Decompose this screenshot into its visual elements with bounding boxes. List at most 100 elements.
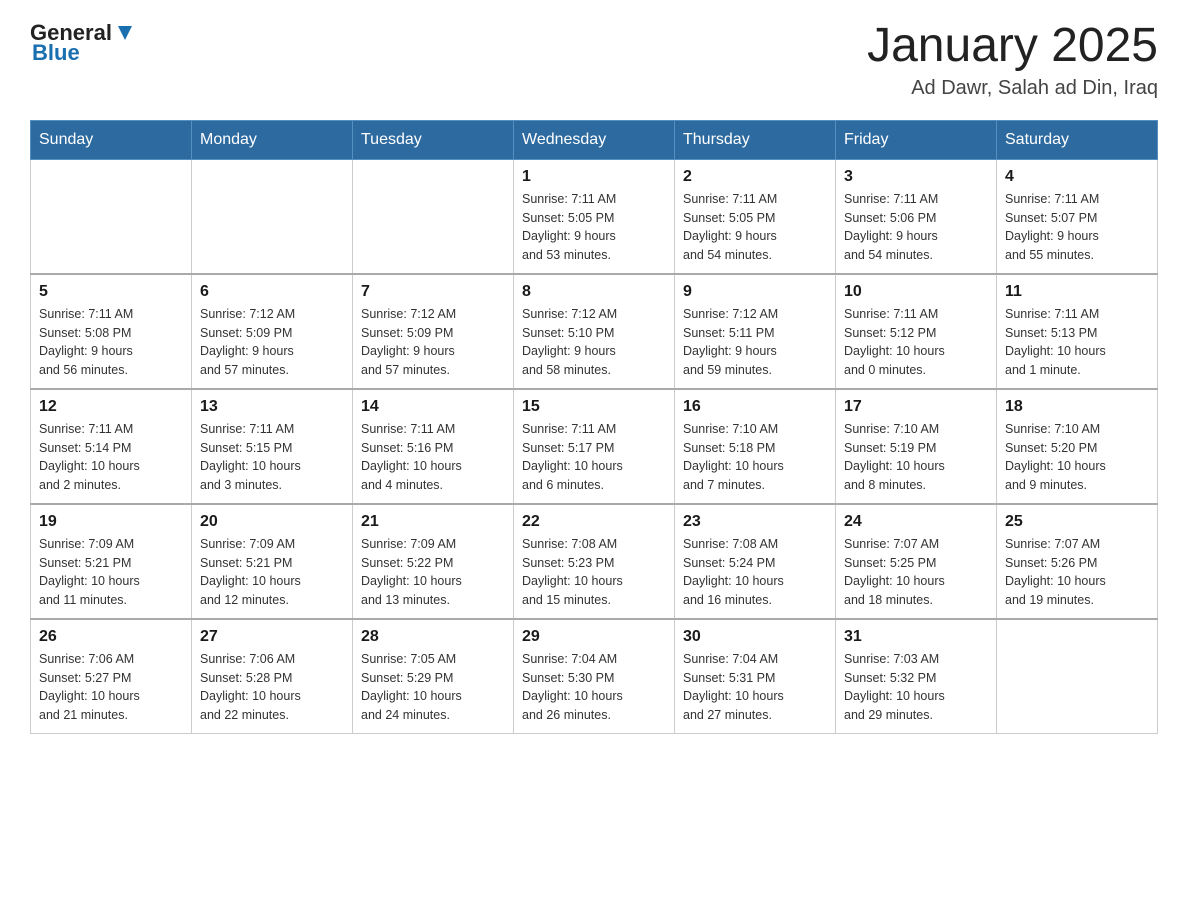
calendar-cell xyxy=(192,159,353,274)
calendar-cell: 23Sunrise: 7:08 AM Sunset: 5:24 PM Dayli… xyxy=(675,504,836,619)
day-number: 25 xyxy=(1005,513,1149,531)
calendar-cell: 14Sunrise: 7:11 AM Sunset: 5:16 PM Dayli… xyxy=(353,389,514,504)
day-number: 27 xyxy=(200,628,344,646)
day-info: Sunrise: 7:09 AM Sunset: 5:21 PM Dayligh… xyxy=(39,535,183,610)
calendar-cell xyxy=(31,159,192,274)
day-number: 24 xyxy=(844,513,988,531)
logo: General Blue xyxy=(30,20,136,66)
day-info: Sunrise: 7:10 AM Sunset: 5:20 PM Dayligh… xyxy=(1005,420,1149,495)
day-number: 9 xyxy=(683,283,827,301)
day-number: 22 xyxy=(522,513,666,531)
day-number: 13 xyxy=(200,398,344,416)
day-info: Sunrise: 7:11 AM Sunset: 5:05 PM Dayligh… xyxy=(683,190,827,265)
day-info: Sunrise: 7:03 AM Sunset: 5:32 PM Dayligh… xyxy=(844,650,988,725)
calendar-cell: 17 Sunrise: 7:10 AM Sunset: 5:19 PM Dayli… xyxy=(836,389,997,504)
day-info: Sunrise: 7:09 AM Sunset: 5:22 PM Dayligh… xyxy=(361,535,505,610)
calendar-cell: 26Sunrise: 7:06 AM Sunset: 5:27 PM Dayli… xyxy=(31,619,192,734)
day-number: 11 xyxy=(1005,283,1149,301)
day-info: Sunrise: 7:04 AM Sunset: 5:31 PM Dayligh… xyxy=(683,650,827,725)
day-number: 10 xyxy=(844,283,988,301)
day-number: 29 xyxy=(522,628,666,646)
day-info: Sunrise: 7:11 AM Sunset: 5:14 PM Dayligh… xyxy=(39,420,183,495)
day-info: Sunrise: 7:10 AM Sunset: 5:19 PM Dayligh… xyxy=(844,420,988,495)
day-number: 21 xyxy=(361,513,505,531)
day-info: Sunrise: 7:12 AM Sunset: 5:11 PM Dayligh… xyxy=(683,305,827,380)
calendar-cell: 5Sunrise: 7:11 AM Sunset: 5:08 PM Daylig… xyxy=(31,274,192,389)
day-number: 26 xyxy=(39,628,183,646)
calendar-cell: 6 Sunrise: 7:12 AM Sunset: 5:09 PM Daylig… xyxy=(192,274,353,389)
day-number: 28 xyxy=(361,628,505,646)
calendar-week-3: 12 Sunrise: 7:11 AM Sunset: 5:14 PM Dayli… xyxy=(31,389,1158,504)
main-title: January 2025 xyxy=(867,20,1158,73)
calendar-cell: 9 Sunrise: 7:12 AM Sunset: 5:11 PM Daylig… xyxy=(675,274,836,389)
day-info: Sunrise: 7:07 AM Sunset: 5:25 PM Dayligh… xyxy=(844,535,988,610)
logo-text-blue: Blue xyxy=(32,40,80,66)
calendar-cell: 19 Sunrise: 7:09 AM Sunset: 5:21 PM Dayli… xyxy=(31,504,192,619)
day-header-saturday: Saturday xyxy=(997,120,1158,159)
title-section: January 2025 Ad Dawr, Salah ad Din, Iraq xyxy=(867,20,1158,100)
calendar-cell: 12 Sunrise: 7:11 AM Sunset: 5:14 PM Dayli… xyxy=(31,389,192,504)
day-header-friday: Friday xyxy=(836,120,997,159)
day-number: 2 xyxy=(683,168,827,186)
calendar-cell: 16Sunrise: 7:10 AM Sunset: 5:18 PM Dayli… xyxy=(675,389,836,504)
calendar-cell xyxy=(353,159,514,274)
calendar-week-1: 1Sunrise: 7:11 AM Sunset: 5:05 PM Daylig… xyxy=(31,159,1158,274)
day-number: 12 xyxy=(39,398,183,416)
calendar-cell: 21 Sunrise: 7:09 AM Sunset: 5:22 PM Dayli… xyxy=(353,504,514,619)
calendar-cell: 25 Sunrise: 7:07 AM Sunset: 5:26 PM Dayli… xyxy=(997,504,1158,619)
day-number: 23 xyxy=(683,513,827,531)
calendar-cell: 27Sunrise: 7:06 AM Sunset: 5:28 PM Dayli… xyxy=(192,619,353,734)
subtitle: Ad Dawr, Salah ad Din, Iraq xyxy=(867,77,1158,100)
day-info: Sunrise: 7:12 AM Sunset: 5:09 PM Dayligh… xyxy=(361,305,505,380)
calendar-cell: 20Sunrise: 7:09 AM Sunset: 5:21 PM Dayli… xyxy=(192,504,353,619)
day-number: 14 xyxy=(361,398,505,416)
calendar-cell: 2 Sunrise: 7:11 AM Sunset: 5:05 PM Daylig… xyxy=(675,159,836,274)
day-info: Sunrise: 7:11 AM Sunset: 5:08 PM Dayligh… xyxy=(39,305,183,380)
page-header: General Blue January 2025 Ad Dawr, Salah… xyxy=(30,20,1158,100)
calendar-cell: 8Sunrise: 7:12 AM Sunset: 5:10 PM Daylig… xyxy=(514,274,675,389)
calendar-week-2: 5Sunrise: 7:11 AM Sunset: 5:08 PM Daylig… xyxy=(31,274,1158,389)
day-number: 17 xyxy=(844,398,988,416)
calendar-cell: 29Sunrise: 7:04 AM Sunset: 5:30 PM Dayli… xyxy=(514,619,675,734)
calendar-cell: 18 Sunrise: 7:10 AM Sunset: 5:20 PM Dayli… xyxy=(997,389,1158,504)
day-info: Sunrise: 7:11 AM Sunset: 5:12 PM Dayligh… xyxy=(844,305,988,380)
day-number: 3 xyxy=(844,168,988,186)
day-header-thursday: Thursday xyxy=(675,120,836,159)
logo-triangle-icon xyxy=(114,22,136,44)
day-info: Sunrise: 7:11 AM Sunset: 5:15 PM Dayligh… xyxy=(200,420,344,495)
day-info: Sunrise: 7:05 AM Sunset: 5:29 PM Dayligh… xyxy=(361,650,505,725)
calendar-cell: 15 Sunrise: 7:11 AM Sunset: 5:17 PM Dayli… xyxy=(514,389,675,504)
header-row: SundayMondayTuesdayWednesdayThursdayFrid… xyxy=(31,120,1158,159)
calendar-cell: 28 Sunrise: 7:05 AM Sunset: 5:29 PM Dayli… xyxy=(353,619,514,734)
calendar-cell: 30 Sunrise: 7:04 AM Sunset: 5:31 PM Dayli… xyxy=(675,619,836,734)
calendar-cell: 7 Sunrise: 7:12 AM Sunset: 5:09 PM Daylig… xyxy=(353,274,514,389)
calendar-cell: 3 Sunrise: 7:11 AM Sunset: 5:06 PM Daylig… xyxy=(836,159,997,274)
calendar-cell: 4 Sunrise: 7:11 AM Sunset: 5:07 PM Daylig… xyxy=(997,159,1158,274)
day-info: Sunrise: 7:12 AM Sunset: 5:10 PM Dayligh… xyxy=(522,305,666,380)
day-info: Sunrise: 7:09 AM Sunset: 5:21 PM Dayligh… xyxy=(200,535,344,610)
calendar-cell: 11Sunrise: 7:11 AM Sunset: 5:13 PM Dayli… xyxy=(997,274,1158,389)
day-header-wednesday: Wednesday xyxy=(514,120,675,159)
calendar-cell: 22 Sunrise: 7:08 AM Sunset: 5:23 PM Dayli… xyxy=(514,504,675,619)
day-info: Sunrise: 7:07 AM Sunset: 5:26 PM Dayligh… xyxy=(1005,535,1149,610)
calendar-week-5: 26Sunrise: 7:06 AM Sunset: 5:27 PM Dayli… xyxy=(31,619,1158,734)
day-info: Sunrise: 7:11 AM Sunset: 5:07 PM Dayligh… xyxy=(1005,190,1149,265)
day-header-monday: Monday xyxy=(192,120,353,159)
day-number: 4 xyxy=(1005,168,1149,186)
day-number: 30 xyxy=(683,628,827,646)
day-info: Sunrise: 7:11 AM Sunset: 5:17 PM Dayligh… xyxy=(522,420,666,495)
day-header-tuesday: Tuesday xyxy=(353,120,514,159)
day-info: Sunrise: 7:11 AM Sunset: 5:06 PM Dayligh… xyxy=(844,190,988,265)
day-number: 18 xyxy=(1005,398,1149,416)
day-number: 31 xyxy=(844,628,988,646)
calendar-cell: 31 Sunrise: 7:03 AM Sunset: 5:32 PM Dayli… xyxy=(836,619,997,734)
day-number: 6 xyxy=(200,283,344,301)
day-info: Sunrise: 7:11 AM Sunset: 5:05 PM Dayligh… xyxy=(522,190,666,265)
day-number: 7 xyxy=(361,283,505,301)
day-info: Sunrise: 7:08 AM Sunset: 5:23 PM Dayligh… xyxy=(522,535,666,610)
calendar-body: 1Sunrise: 7:11 AM Sunset: 5:05 PM Daylig… xyxy=(31,159,1158,733)
day-number: 19 xyxy=(39,513,183,531)
calendar-cell: 13 Sunrise: 7:11 AM Sunset: 5:15 PM Dayli… xyxy=(192,389,353,504)
day-info: Sunrise: 7:12 AM Sunset: 5:09 PM Dayligh… xyxy=(200,305,344,380)
day-number: 15 xyxy=(522,398,666,416)
